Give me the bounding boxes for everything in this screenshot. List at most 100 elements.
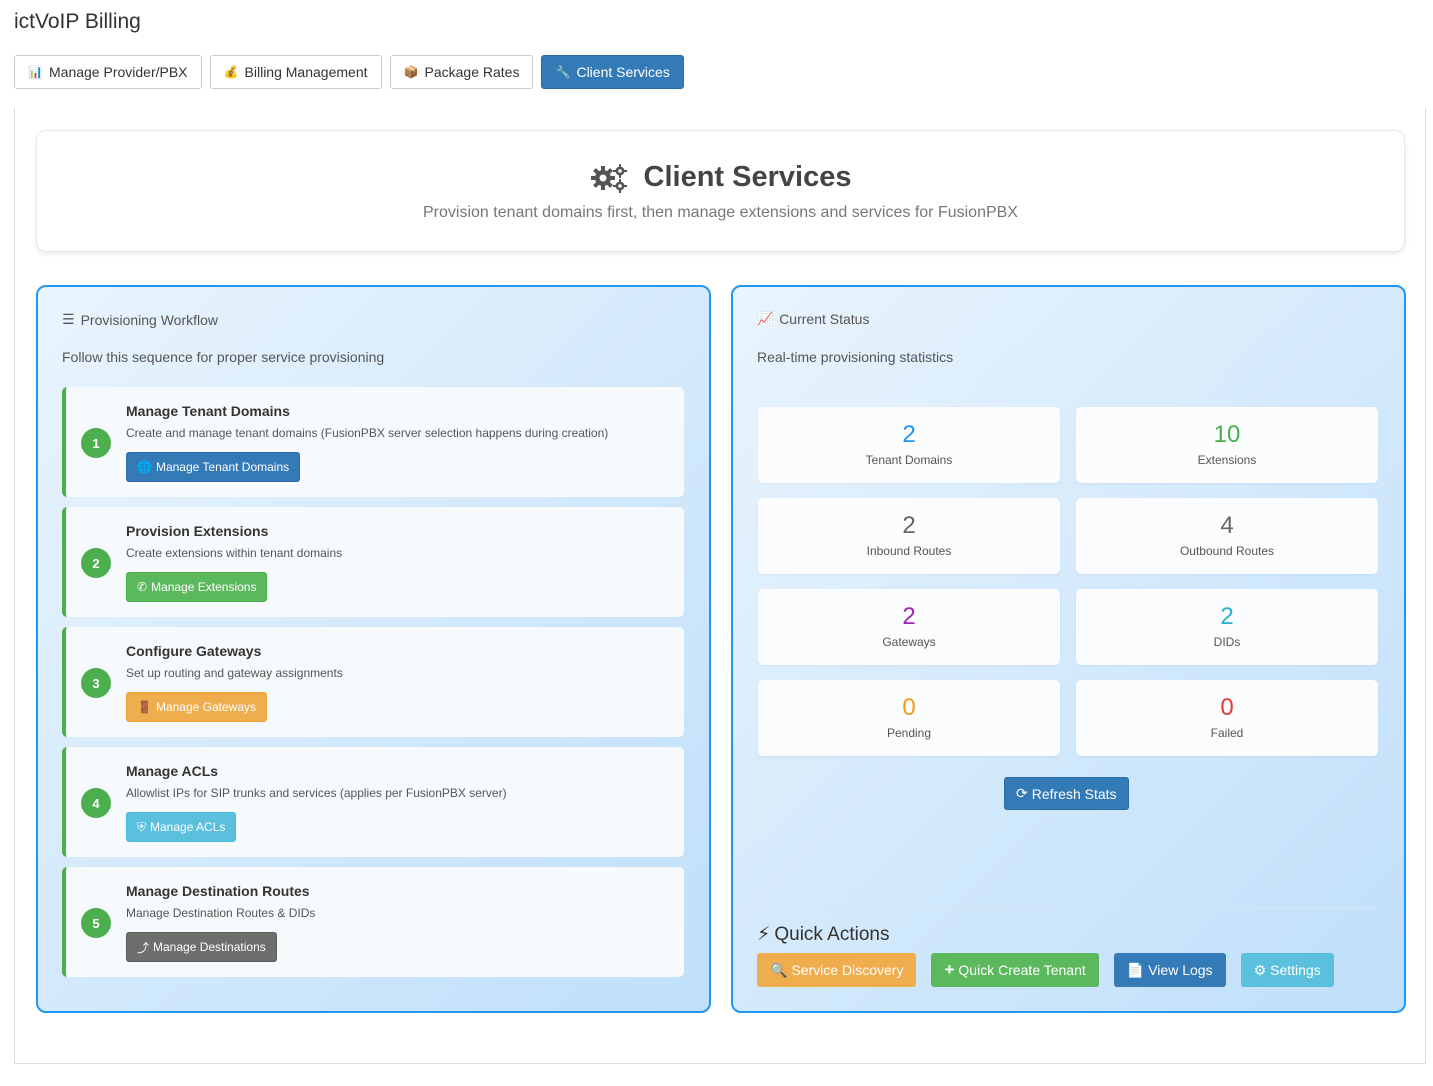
stat-gateways: 2 Gateways xyxy=(758,589,1060,665)
stat-outbound-routes: 4 Outbound Routes xyxy=(1076,498,1378,574)
shield-icon: ⛨ xyxy=(137,819,147,834)
phone-icon: ✆ xyxy=(137,580,148,594)
step-number: 3 xyxy=(81,668,111,698)
gear-icon: ⚙ xyxy=(1253,961,1267,978)
stat-label: Failed xyxy=(1210,726,1244,740)
button-label: Manage Destinations xyxy=(153,940,266,954)
step-description: Create and manage tenant domains (Fusion… xyxy=(126,426,609,440)
globe-icon: 🌐 xyxy=(137,460,152,474)
tab-label: Manage Provider/PBX xyxy=(49,64,188,80)
step-title: Manage Destination Routes xyxy=(126,883,310,899)
manage-destinations-button[interactable]: ⤴ Manage Destinations xyxy=(126,932,277,962)
bolt-icon: ⚡ xyxy=(757,924,771,945)
quick-actions-row: 🔍 Service Discovery + Quick Create Tenan… xyxy=(757,953,1334,987)
stat-value: 0 xyxy=(902,694,916,721)
workflow-step-3: 3 Configure Gateways Set up routing and … xyxy=(62,627,684,737)
button-label: Refresh Stats xyxy=(1031,785,1117,802)
stat-dids: 2 DIDs xyxy=(1076,589,1378,665)
refresh-icon: ⟳ xyxy=(1016,785,1028,801)
button-label: Quick Create Tenant xyxy=(958,962,1086,978)
service-discovery-button[interactable]: 🔍 Service Discovery xyxy=(757,953,917,987)
tab-label: Package Rates xyxy=(424,64,520,80)
stat-value: 2 xyxy=(902,421,916,448)
step-number: 2 xyxy=(81,548,111,578)
gears-icon xyxy=(590,163,627,193)
stat-label: Inbound Routes xyxy=(866,544,952,558)
list-icon: ☰ xyxy=(62,311,75,327)
workflow-description: Follow this sequence for proper service … xyxy=(62,349,385,365)
header-card: Client Services Provision tenant domains… xyxy=(36,130,1405,252)
step-title: Configure Gateways xyxy=(126,643,262,659)
money-bag-icon: 💰 xyxy=(223,65,239,79)
step-description: Allowlist IPs for SIP trunks and service… xyxy=(126,786,507,800)
workflow-step-4: 4 Manage ACLs Allowlist IPs for SIP trun… xyxy=(62,747,684,857)
stat-inbound-routes: 2 Inbound Routes xyxy=(758,498,1060,574)
tab-label: Client Services xyxy=(576,64,670,80)
status-panel: 📈 Current Status Real-time provisioning … xyxy=(731,285,1406,1013)
step-title: Manage Tenant Domains xyxy=(126,403,290,419)
button-label: Service Discovery xyxy=(791,962,904,978)
workflow-step-1: 1 Manage Tenant Domains Create and manag… xyxy=(62,387,684,497)
wrench-icon: 🔧 xyxy=(555,65,571,79)
tab-package-rates[interactable]: 📦 Package Rates xyxy=(389,55,534,89)
file-icon: 📄 xyxy=(1126,961,1145,978)
stat-failed: 0 Failed xyxy=(1076,680,1378,756)
stat-label: Gateways xyxy=(882,635,936,649)
package-icon: 📦 xyxy=(403,65,419,79)
divider xyxy=(757,908,1378,909)
button-label: View Logs xyxy=(1148,962,1213,978)
view-logs-button[interactable]: 📄 View Logs xyxy=(1113,953,1226,987)
button-label: Settings xyxy=(1270,962,1321,978)
step-description: Set up routing and gateway assignments xyxy=(126,666,343,680)
plus-icon: + xyxy=(944,960,955,979)
door-icon: 🚪 xyxy=(137,700,152,714)
stat-extensions: 10 Extensions xyxy=(1076,407,1378,483)
refresh-stats-button[interactable]: ⟳ Refresh Stats xyxy=(1004,777,1129,810)
stat-tenant-domains: 2 Tenant Domains xyxy=(758,407,1060,483)
manage-tenant-domains-button[interactable]: 🌐 Manage Tenant Domains xyxy=(126,452,301,482)
manage-gateways-button[interactable]: 🚪 Manage Gateways xyxy=(126,692,268,722)
step-title: Manage ACLs xyxy=(126,763,219,779)
bar-chart-icon: 📊 xyxy=(28,65,43,79)
stat-value: 10 xyxy=(1213,421,1241,448)
tab-billing-management[interactable]: 💰 Billing Management xyxy=(209,55,382,89)
stat-value: 2 xyxy=(902,512,916,539)
step-title: Provision Extensions xyxy=(126,523,269,539)
route-icon: ⤴ xyxy=(137,940,150,955)
stat-pending: 0 Pending xyxy=(758,680,1060,756)
tab-manage-provider[interactable]: 📊 Manage Provider/PBX xyxy=(14,55,202,89)
app-title: ictVoIP Billing xyxy=(14,10,141,33)
step-number: 1 xyxy=(81,428,111,458)
step-description: Create extensions within tenant domains xyxy=(126,546,343,560)
workflow-step-5: 5 Manage Destination Routes Manage Desti… xyxy=(62,867,684,977)
quick-create-tenant-button[interactable]: + Quick Create Tenant xyxy=(931,953,1099,987)
stat-label: DIDs xyxy=(1213,635,1241,649)
tab-client-services[interactable]: 🔧 Client Services xyxy=(541,55,684,89)
manage-extensions-button[interactable]: ✆ Manage Extensions xyxy=(126,572,268,602)
stat-label: Outbound Routes xyxy=(1179,544,1275,558)
quick-actions-title: Quick Actions xyxy=(774,923,890,945)
button-label: Manage ACLs xyxy=(150,820,226,834)
workflow-panel: ☰ Provisioning Workflow Follow this sequ… xyxy=(36,285,711,1013)
step-description: Manage Destination Routes & DIDs xyxy=(126,906,316,920)
button-label: Manage Tenant Domains xyxy=(155,460,290,474)
workflow-title: Provisioning Workflow xyxy=(80,311,219,328)
workflow-step-2: 2 Provision Extensions Create extensions… xyxy=(62,507,684,617)
page-subtitle: Provision tenant domains first, then man… xyxy=(423,204,1018,221)
page-title: Client Services xyxy=(643,161,852,193)
button-label: Manage Gateways xyxy=(155,700,257,714)
search-icon: 🔍 xyxy=(770,961,788,978)
stat-value: 0 xyxy=(1220,694,1234,721)
manage-acls-button[interactable]: ⛨ Manage ACLs xyxy=(126,812,237,842)
tab-label: Billing Management xyxy=(244,64,368,80)
stat-value: 4 xyxy=(1220,512,1234,539)
step-number: 4 xyxy=(81,788,111,818)
settings-button[interactable]: ⚙ Settings xyxy=(1240,953,1334,987)
button-label: Manage Extensions xyxy=(151,580,257,594)
stat-label: Pending xyxy=(886,726,932,740)
stat-label: Extensions xyxy=(1197,453,1257,467)
status-description: Real-time provisioning statistics xyxy=(757,349,954,365)
area-chart-icon: 📈 xyxy=(757,311,774,326)
stat-label: Tenant Domains xyxy=(865,453,953,467)
tab-bar: 📊 Manage Provider/PBX 💰 Billing Manageme… xyxy=(14,55,684,89)
